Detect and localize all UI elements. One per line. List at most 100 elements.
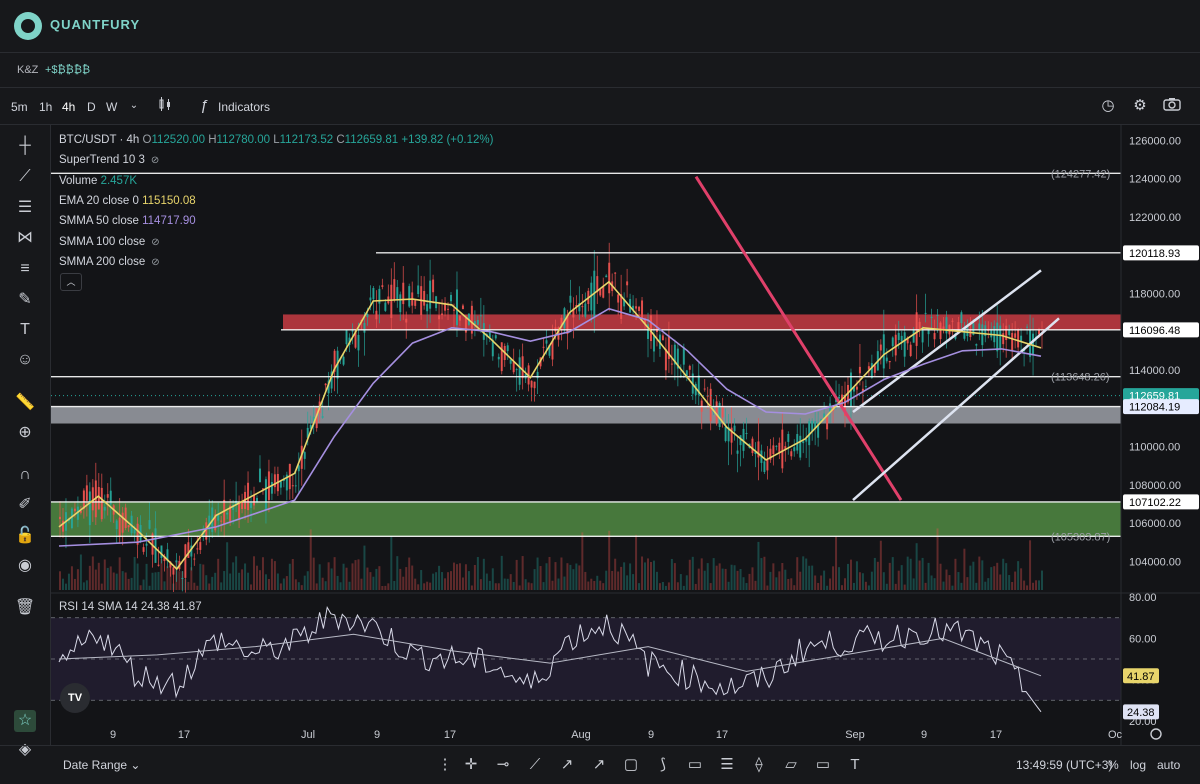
brush-icon[interactable]: ✎ bbox=[14, 289, 36, 311]
candle-body bbox=[384, 302, 387, 311]
drag-handle-icon[interactable]: ⋮ bbox=[434, 754, 456, 776]
trend-line-tool-icon[interactable]: ⟋ bbox=[524, 754, 546, 776]
volume-bar bbox=[214, 572, 217, 590]
ema-legend[interactable]: EMA 20 close 0 115150.08 bbox=[59, 195, 196, 207]
candle-body bbox=[196, 548, 199, 550]
alert-clock-icon[interactable]: ◷ bbox=[1098, 96, 1118, 116]
resistance-zone[interactable] bbox=[283, 314, 1121, 330]
timeframe-5m[interactable]: 5m bbox=[11, 100, 28, 114]
timeframe-d[interactable]: D bbox=[87, 100, 96, 114]
collapse-legend-chevron-icon[interactable]: ︿ bbox=[60, 273, 82, 291]
candle-body bbox=[682, 347, 685, 365]
trendline-tool-icon[interactable]: ⟋ bbox=[14, 166, 36, 188]
timeframe-dropdown-chevron-icon[interactable]: ⌄ bbox=[124, 96, 144, 116]
log-scale-toggle[interactable]: log bbox=[1130, 758, 1146, 772]
indicators-icon[interactable]: ƒ bbox=[194, 96, 214, 116]
rectangle-tool-icon[interactable]: ▢ bbox=[620, 754, 642, 776]
volume-bar bbox=[584, 571, 587, 590]
candle-body bbox=[703, 388, 706, 390]
candle-body bbox=[617, 294, 620, 303]
ray-tool-icon[interactable]: ↗ bbox=[556, 754, 578, 776]
ruler-icon[interactable]: 📏 bbox=[14, 392, 36, 414]
camera-icon[interactable] bbox=[1162, 96, 1182, 116]
timeframe-1h[interactable]: 1h bbox=[39, 100, 52, 114]
smma50-value: 114717.90 bbox=[142, 215, 196, 227]
price-tick-label: 122000.00 bbox=[1129, 212, 1181, 224]
horizontal-line-tool-icon[interactable]: ⊸ bbox=[492, 754, 514, 776]
eye-icon[interactable]: ◉ bbox=[14, 555, 36, 577]
volume-bar bbox=[297, 582, 300, 590]
symbol-label[interactable]: BTC/USDT · 4h bbox=[59, 134, 139, 146]
volume-legend[interactable]: Volume 2.457K bbox=[59, 175, 137, 187]
emoji-icon[interactable]: ☺ bbox=[14, 349, 36, 371]
timeframe-w[interactable]: W bbox=[106, 100, 117, 114]
favorites-star-icon[interactable]: ☆ bbox=[14, 710, 36, 732]
smma50-legend[interactable]: SMMA 50 close 114717.90 bbox=[59, 215, 196, 227]
candle-body bbox=[649, 315, 652, 342]
hidden-eye-icon[interactable]: ⊘ bbox=[151, 257, 159, 268]
text-tool-icon[interactable]: T bbox=[844, 754, 866, 776]
magnet-icon[interactable]: ∩ bbox=[14, 464, 36, 486]
pattern-tool-icon[interactable]: ⋈ bbox=[14, 227, 36, 249]
volume-bar bbox=[715, 565, 718, 590]
lock-icon[interactable]: 🔓 bbox=[14, 525, 36, 547]
timeframe-4h[interactable]: 4h bbox=[62, 100, 75, 114]
reference-level-label: (105303.87) bbox=[1051, 531, 1110, 543]
supertrend-legend[interactable]: SuperTrend 10 3 ⊘ bbox=[59, 154, 159, 166]
polyline-tool-icon[interactable]: ⟠ bbox=[748, 754, 770, 776]
volume-bar bbox=[473, 564, 476, 590]
price-chart[interactable]: 126000.00124000.00122000.00120000.001180… bbox=[51, 125, 1200, 745]
candle-body bbox=[626, 281, 629, 286]
candle-body bbox=[569, 295, 572, 303]
crosshair-tool-icon[interactable]: ✛ bbox=[460, 754, 482, 776]
volume-bar bbox=[882, 572, 885, 590]
volume-bar bbox=[264, 574, 267, 590]
note-tool-icon[interactable]: ▭ bbox=[812, 754, 834, 776]
volume-bar bbox=[706, 563, 709, 590]
callout-tool-icon[interactable]: ▱ bbox=[780, 754, 802, 776]
volume-bar bbox=[61, 578, 64, 590]
volume-bar bbox=[312, 557, 315, 590]
path-tool-icon[interactable]: ⟆ bbox=[652, 754, 674, 776]
tradingview-logo-icon[interactable]: TV bbox=[60, 683, 90, 713]
hidden-eye-icon[interactable]: ⊘ bbox=[151, 237, 159, 248]
text-tool-icon[interactable]: T bbox=[14, 319, 36, 341]
smma100-legend[interactable]: SMMA 100 close ⊘ bbox=[59, 236, 160, 248]
smma200-legend[interactable]: SMMA 200 close ⊘ bbox=[59, 256, 160, 268]
hidden-eye-icon[interactable]: ⊘ bbox=[151, 155, 159, 166]
crosshair-icon[interactable]: ┼ bbox=[14, 135, 36, 157]
volume-bar bbox=[515, 559, 518, 590]
parallel-channel-icon[interactable]: ▭ bbox=[684, 754, 706, 776]
time-tick-label: Sep bbox=[845, 729, 865, 741]
settings-gear-icon[interactable]: ⚙ bbox=[1130, 96, 1150, 116]
volume-bar bbox=[393, 580, 396, 590]
zoom-in-icon[interactable]: ⊕ bbox=[14, 422, 36, 444]
price-tick-label: 108000.00 bbox=[1129, 480, 1181, 492]
ema-value: 115150.08 bbox=[142, 195, 196, 207]
date-range-button[interactable]: Date Range ⌄ bbox=[63, 758, 140, 772]
indicators-button[interactable]: Indicators bbox=[218, 100, 270, 114]
trash-icon[interactable]: 🗑 bbox=[14, 597, 36, 619]
candle-body bbox=[154, 528, 157, 563]
volume-bar bbox=[658, 583, 661, 590]
percent-scale-toggle[interactable]: % bbox=[1108, 758, 1119, 772]
volume-bar bbox=[775, 577, 778, 590]
auto-scale-toggle[interactable]: auto bbox=[1157, 758, 1180, 772]
arrow-tool-icon[interactable]: ↗ bbox=[588, 754, 610, 776]
candle-body bbox=[402, 282, 405, 305]
grey-support-zone[interactable] bbox=[51, 406, 1121, 424]
volume-bar bbox=[91, 556, 94, 590]
volume-bar bbox=[217, 558, 220, 590]
candle-type-icon[interactable] bbox=[155, 96, 175, 116]
fib-retracement-icon[interactable]: ☰ bbox=[716, 754, 738, 776]
chart-area[interactable]: 126000.00124000.00122000.00120000.001180… bbox=[51, 125, 1200, 745]
rsi-sma-value: 41.87 bbox=[172, 601, 202, 613]
candle-body bbox=[885, 357, 888, 362]
horizontal-lines-icon[interactable]: ☰ bbox=[14, 197, 36, 219]
volume-bar bbox=[375, 568, 378, 590]
rsi-legend[interactable]: RSI 14 SMA 14 24.38 41.87 bbox=[59, 601, 202, 613]
volume-bar bbox=[626, 575, 629, 590]
volume-bar bbox=[369, 572, 372, 590]
fib-tool-icon[interactable]: ≡ bbox=[14, 258, 36, 280]
lock-pencil-icon[interactable]: ✐ bbox=[14, 494, 36, 516]
